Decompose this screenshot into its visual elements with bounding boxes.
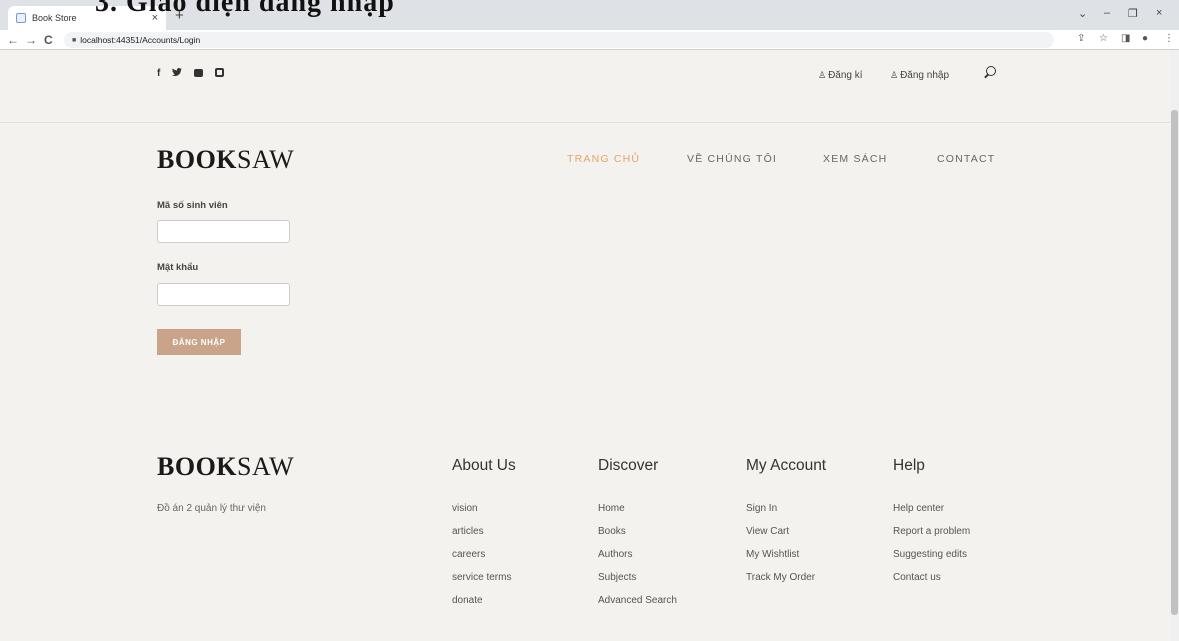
footer-links-help: Help center Report a problem Suggesting … bbox=[893, 503, 970, 595]
header-divider bbox=[0, 122, 1170, 123]
footer-link[interactable]: View Cart bbox=[746, 526, 815, 549]
linkedin-icon[interactable] bbox=[215, 68, 225, 80]
nav-home[interactable]: TRANG CHỦ bbox=[567, 153, 640, 165]
footer-link[interactable]: Authors bbox=[598, 549, 677, 572]
footer-link[interactable]: careers bbox=[452, 549, 511, 572]
footer-logo-bold: BOOK bbox=[157, 452, 238, 481]
footer-link[interactable]: Home bbox=[598, 503, 677, 526]
nav-about[interactable]: VỀ CHÚNG TÔI bbox=[687, 153, 777, 165]
footer-link[interactable]: Subjects bbox=[598, 572, 677, 595]
page-scrollbar[interactable] bbox=[1170, 50, 1179, 641]
window-close-icon[interactable]: × bbox=[1156, 7, 1162, 19]
password-label: Mật khẩu bbox=[157, 262, 199, 273]
favicon-icon bbox=[16, 13, 26, 23]
tab-search-icon[interactable]: ⌄ bbox=[1078, 7, 1087, 20]
footer-link[interactable]: donate bbox=[452, 595, 511, 618]
forward-icon[interactable]: → bbox=[25, 32, 37, 48]
footer-heading-help: Help bbox=[893, 457, 925, 474]
footer-link[interactable]: Suggesting edits bbox=[893, 549, 970, 572]
footer-logo[interactable]: BOOKSAW bbox=[157, 452, 294, 482]
footer-link[interactable]: Advanced Search bbox=[598, 595, 677, 618]
minimize-icon[interactable]: – bbox=[1104, 7, 1110, 19]
student-id-input[interactable] bbox=[157, 220, 290, 243]
login-label: Đăng nhập bbox=[900, 70, 950, 81]
footer-link[interactable]: vision bbox=[452, 503, 511, 526]
footer-tagline: Đồ án 2 quản lý thư viện bbox=[157, 503, 266, 514]
document-heading-overlay: 3. Giao diện đăng nhập bbox=[95, 0, 395, 18]
footer-link[interactable]: My Wishtlist bbox=[746, 549, 815, 572]
url-text: localhost:44351/Accounts/Login bbox=[80, 35, 201, 45]
footer-link[interactable]: Report a problem bbox=[893, 526, 970, 549]
footer-logo-thin: SAW bbox=[237, 452, 295, 481]
address-bar: ← → C ■ localhost:44351/Accounts/Login ⇪… bbox=[0, 30, 1179, 50]
footer-heading-about: About Us bbox=[452, 457, 516, 474]
footer-link[interactable]: Sign In bbox=[746, 503, 815, 526]
user-icon: ♙ bbox=[818, 70, 827, 80]
password-input[interactable] bbox=[157, 283, 290, 306]
lock-icon: ■ bbox=[72, 36, 77, 44]
url-field[interactable]: ■ localhost:44351/Accounts/Login bbox=[64, 32, 1054, 48]
side-panel-icon[interactable]: ◨ bbox=[1121, 33, 1130, 44]
profile-icon[interactable]: ● bbox=[1142, 33, 1148, 44]
student-id-label: Mã số sinh viên bbox=[157, 200, 228, 211]
logo-thin: SAW bbox=[237, 145, 295, 174]
login-link[interactable]: ♙ Đăng nhập bbox=[890, 70, 949, 81]
scrollbar-thumb[interactable] bbox=[1171, 110, 1178, 615]
nav-contact[interactable]: CONTACT bbox=[937, 153, 995, 165]
twitter-icon[interactable] bbox=[172, 68, 183, 80]
register-label: Đăng kí bbox=[828, 70, 863, 81]
footer-link[interactable]: Help center bbox=[893, 503, 970, 526]
restore-icon[interactable]: ❐ bbox=[1128, 7, 1138, 20]
footer-links-account: Sign In View Cart My Wishtlist Track My … bbox=[746, 503, 815, 595]
footer-links-about: vision articles careers service terms do… bbox=[452, 503, 511, 618]
back-icon[interactable]: ← bbox=[7, 32, 19, 48]
search-icon[interactable] bbox=[986, 66, 996, 76]
footer-link[interactable]: Track My Order bbox=[746, 572, 815, 595]
browser-menu-icon[interactable]: ⋮ bbox=[1164, 33, 1174, 44]
nav-browse-books[interactable]: XEM SÁCH bbox=[823, 153, 887, 165]
share-icon[interactable]: ⇪ bbox=[1077, 33, 1085, 44]
site-logo[interactable]: BOOKSAW bbox=[157, 145, 294, 175]
bookmark-star-icon[interactable]: ☆ bbox=[1099, 33, 1108, 44]
footer-link[interactable]: Books bbox=[598, 526, 677, 549]
reload-icon[interactable]: C bbox=[44, 32, 53, 48]
footer-heading-account: My Account bbox=[746, 457, 827, 474]
footer-links-discover: Home Books Authors Subjects Advanced Sea… bbox=[598, 503, 677, 618]
footer-link[interactable]: articles bbox=[452, 526, 511, 549]
footer-link[interactable]: Contact us bbox=[893, 572, 970, 595]
youtube-icon[interactable] bbox=[194, 68, 204, 80]
user-icon: ♙ bbox=[890, 70, 899, 80]
facebook-icon[interactable]: f bbox=[157, 68, 160, 80]
login-button[interactable]: ĐĂNG NHẬP bbox=[157, 329, 241, 355]
logo-bold: BOOK bbox=[157, 145, 238, 174]
social-links: f bbox=[157, 68, 225, 80]
footer-link[interactable]: service terms bbox=[452, 572, 511, 595]
footer-heading-discover: Discover bbox=[598, 457, 659, 474]
register-link[interactable]: ♙ Đăng kí bbox=[818, 70, 863, 81]
